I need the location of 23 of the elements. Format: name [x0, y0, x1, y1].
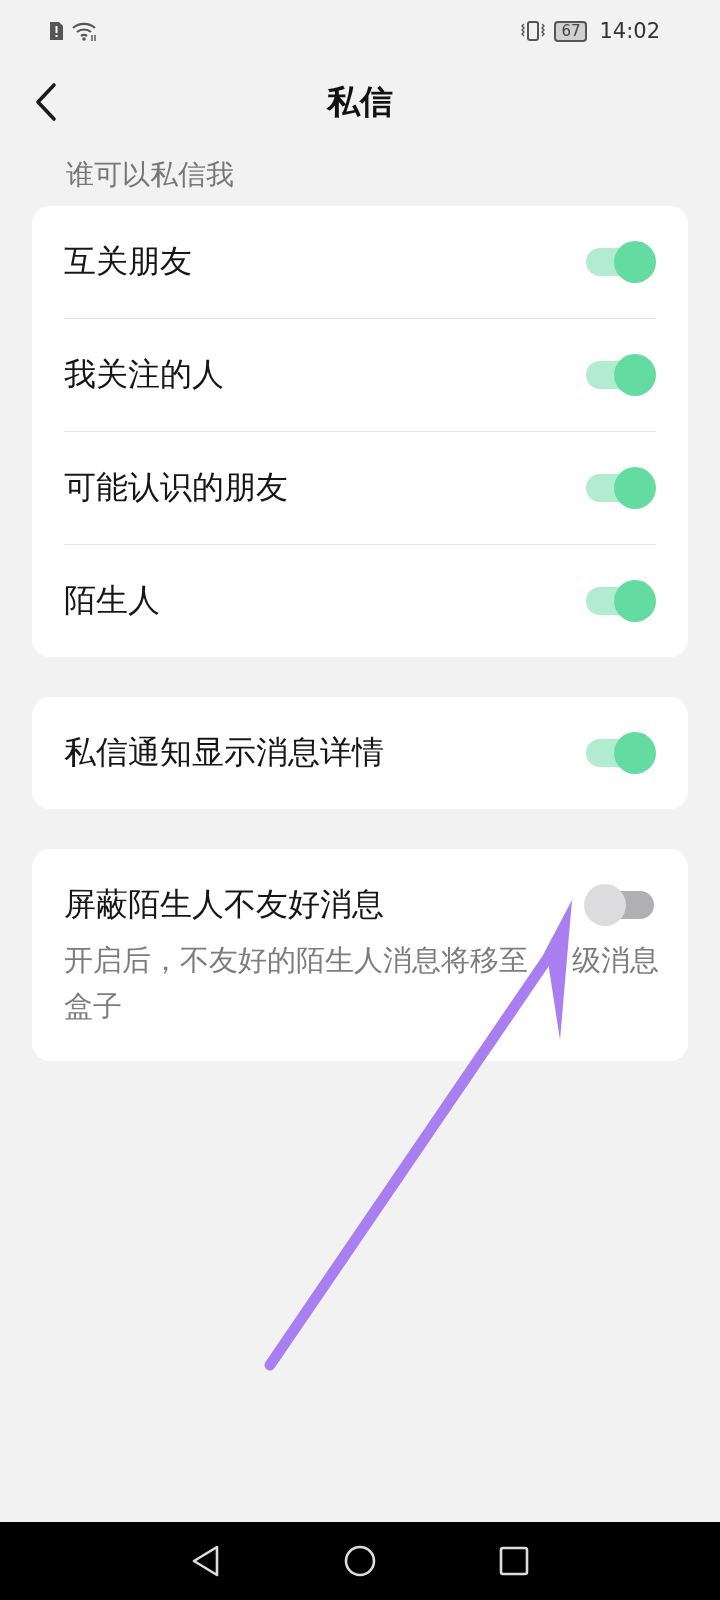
setting-label: 屏蔽陌生人不友好消息 [64, 884, 384, 925]
back-button[interactable] [34, 82, 58, 122]
battery-icon: 67 [554, 20, 588, 42]
wifi-icon [72, 21, 98, 41]
status-time: 14:02 [599, 19, 660, 43]
setting-label: 我关注的人 [64, 354, 224, 395]
setting-label: 私信通知显示消息详情 [64, 732, 384, 773]
vibrate-icon [520, 20, 547, 42]
toggle-switch[interactable] [584, 467, 656, 509]
setting-label: 可能认识的朋友 [64, 467, 288, 508]
toggle-switch[interactable] [584, 580, 656, 622]
toggle-switch[interactable] [584, 354, 656, 396]
setting-label: 互关朋友 [64, 241, 192, 282]
section-label: 谁可以私信我 [65, 157, 235, 193]
sim-alert-icon [48, 21, 64, 41]
toggle-switch[interactable] [584, 732, 656, 774]
toggle-switch[interactable] [584, 884, 656, 926]
toggle-switch[interactable] [584, 241, 656, 283]
home-nav-icon[interactable] [343, 1544, 377, 1578]
setting-description: 开启后，不友好的陌生人消息将移至 级消息盒子 [64, 942, 660, 1025]
setting-label: 陌生人 [64, 580, 160, 621]
recents-nav-icon[interactable] [497, 1544, 531, 1578]
page-title: 私信 [327, 80, 393, 123]
